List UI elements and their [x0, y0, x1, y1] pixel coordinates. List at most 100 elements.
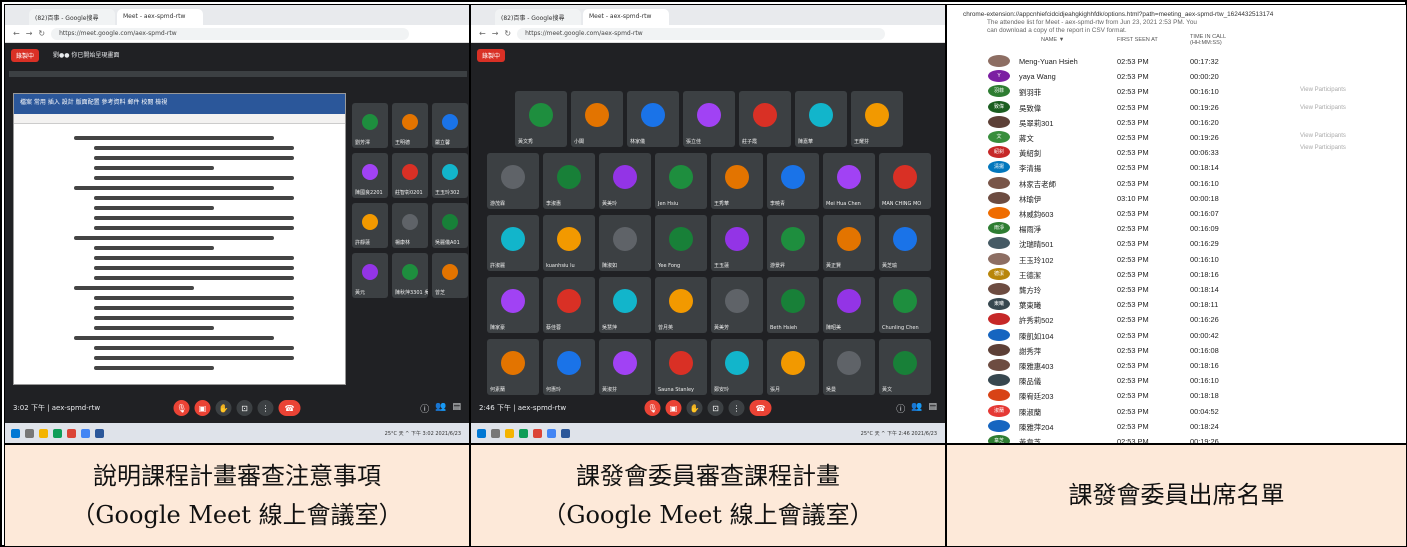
hang-up-icon[interactable]: ☎ [749, 400, 772, 416]
app-icon[interactable] [81, 428, 90, 438]
participant-tile[interactable]: 游景昇 [767, 215, 819, 271]
participant-tile[interactable]: 許靜蓮 [352, 203, 388, 248]
more-options-icon[interactable]: ⋮ [728, 400, 745, 416]
participant-tile[interactable]: Sauna Stanley [655, 339, 707, 395]
word-icon[interactable] [95, 428, 104, 438]
participant-tile[interactable]: Jen Hsiu [655, 153, 707, 209]
participant-tile[interactable]: 黃文 [879, 339, 931, 395]
participant-tile[interactable]: 王明德 [392, 103, 428, 148]
participant-tile[interactable]: 陳秋萍3301 吳佳惠 [392, 253, 428, 298]
participant-tile[interactable]: Chunling Chen [879, 277, 931, 333]
participant-tile[interactable]: 王耀芬 [851, 91, 903, 147]
participant-tile[interactable]: 張月 [767, 339, 819, 395]
participant-tile[interactable]: 李曉青 [767, 153, 819, 209]
forward-icon[interactable]: → [26, 29, 33, 38]
participant-tile[interactable]: 莊子霞 [739, 91, 791, 147]
participant-tile[interactable]: MAN CHING MO [879, 153, 931, 209]
start-icon[interactable] [11, 428, 20, 438]
chat-icon[interactable]: ▤ [452, 402, 461, 415]
participant-tile[interactable]: 何素蘭 [487, 339, 539, 395]
people-icon[interactable]: 👥 [435, 402, 446, 415]
back-icon[interactable]: ← [479, 29, 486, 38]
search-icon[interactable] [491, 428, 500, 438]
participant-tile[interactable]: 游茂霖 [487, 153, 539, 209]
participant-tile[interactable]: 劉芳澤 [352, 103, 388, 148]
folder-icon[interactable] [505, 428, 514, 438]
browser-tab[interactable]: Meet - aex-spmd-rtw [583, 9, 669, 25]
mic-off-icon[interactable]: 🎙 [644, 400, 661, 416]
raise-hand-icon[interactable]: ✋ [686, 400, 703, 416]
url-field[interactable]: https://meet.google.com/aex-spmd-rtw [517, 27, 885, 40]
participant-tile[interactable]: Mei Hua Chen [823, 153, 875, 209]
search-icon[interactable] [25, 428, 34, 438]
present-icon[interactable]: ⊡ [707, 400, 724, 416]
browser-tab[interactable]: Meet - aex-spmd-rtw [117, 9, 203, 25]
participant-tile[interactable]: 陳國良2201 [352, 153, 388, 198]
info-icon[interactable]: ⓘ [896, 402, 905, 415]
participant-tile[interactable]: 王玉玲302 [432, 153, 468, 198]
participant-tile[interactable]: 楊康林 [392, 203, 428, 248]
browser-tab[interactable]: (82)百事 - Google搜尋 [495, 9, 581, 25]
mic-off-icon[interactable]: 🎙 [173, 400, 190, 416]
browser-tab[interactable]: (82)百事 - Google搜尋 [29, 9, 115, 25]
participant-tile[interactable]: Beth Hsieh [767, 277, 819, 333]
store-icon[interactable] [53, 428, 62, 438]
chat-icon[interactable]: ▤ [928, 402, 937, 415]
raise-hand-icon[interactable]: ✋ [215, 400, 232, 416]
participant-tile[interactable]: 何惠玲 [543, 339, 595, 395]
hang-up-icon[interactable]: ☎ [278, 400, 301, 416]
people-icon[interactable]: 👥 [911, 402, 922, 415]
url-field[interactable]: https://meet.google.com/aex-spmd-rtw [51, 27, 409, 40]
present-icon[interactable]: ⊡ [236, 400, 253, 416]
start-icon[interactable] [477, 428, 486, 438]
participant-tile[interactable]: 曾芝 [432, 253, 468, 298]
participant-tile[interactable]: 黃元 [352, 253, 388, 298]
participant-tile[interactable]: 吳麗儀A01 [432, 203, 468, 248]
participant-tile[interactable]: 黃美玲 [599, 153, 651, 209]
reload-icon[interactable]: ↻ [38, 29, 45, 38]
participant-tile[interactable]: 陳家豪 [487, 277, 539, 333]
chrome-icon[interactable] [67, 428, 76, 438]
word-icon[interactable] [561, 428, 570, 438]
participant-tile[interactable]: 黃淑芬 [599, 339, 651, 395]
participant-tile[interactable]: 林家儀 [627, 91, 679, 147]
folder-icon[interactable] [39, 428, 48, 438]
participant-tile[interactable]: 吳慧萍 [599, 277, 651, 333]
participant-tile[interactable]: 黃芝瑜 [879, 215, 931, 271]
participant-tile[interactable]: 黃美芳 [711, 277, 763, 333]
participant-tile[interactable]: 鄭安玲 [711, 339, 763, 395]
chrome-icon[interactable] [533, 428, 542, 438]
info-icon[interactable]: ⓘ [420, 402, 429, 415]
back-icon[interactable]: ← [13, 29, 20, 38]
participant-tile[interactable]: 小閣 [571, 91, 623, 147]
extension-url[interactable]: chrome-extension://appcnhiefcidcidjeahgk… [963, 11, 1273, 18]
participant-tile[interactable]: 王玉蓮 [711, 215, 763, 271]
app-icon[interactable] [547, 428, 556, 438]
participant-tile[interactable]: 嚴立馨 [432, 103, 468, 148]
more-options-icon[interactable]: ⋮ [257, 400, 274, 416]
reload-icon[interactable]: ↻ [504, 29, 511, 38]
forward-icon[interactable]: → [492, 29, 499, 38]
camera-off-icon[interactable]: ▣ [194, 400, 211, 416]
participant-tile[interactable]: 曾月英 [655, 277, 707, 333]
participant-tile[interactable]: 陳昭美 [823, 277, 875, 333]
participant-tile[interactable]: 許淑麗 [487, 215, 539, 271]
participant-tile[interactable]: 陳淑如 [599, 215, 651, 271]
store-icon[interactable] [519, 428, 528, 438]
participant-tile[interactable]: 張立佳 [683, 91, 735, 147]
participant-tile[interactable]: 黃正賢 [823, 215, 875, 271]
participant-tile[interactable]: 陳嘉華 [795, 91, 847, 147]
participant-tile[interactable]: Yee Fong [655, 215, 707, 271]
camera-off-icon[interactable]: ▣ [665, 400, 682, 416]
column-header-time-unit: (HH:MM:SS) [1190, 39, 1222, 46]
participant-tile[interactable]: 蔡佳蓉 [543, 277, 595, 333]
column-header-name[interactable]: NAME ▼ [1041, 37, 1064, 44]
participant-tile[interactable]: 李淑惠 [543, 153, 595, 209]
participant-tile[interactable]: 莊智彰0201 [392, 153, 428, 198]
column-header-time-in-call[interactable]: TIME IN CALL (HH:MM:SS) [1190, 34, 1226, 47]
participant-tile[interactable]: 王秀華 [711, 153, 763, 209]
participant-tile[interactable]: kuanhsiu lu [543, 215, 595, 271]
participant-tile[interactable]: 黃文秀 [515, 91, 567, 147]
participant-tile[interactable]: 吳曼 [823, 339, 875, 395]
column-header-first-seen[interactable]: FIRST SEEN AT [1117, 37, 1158, 44]
